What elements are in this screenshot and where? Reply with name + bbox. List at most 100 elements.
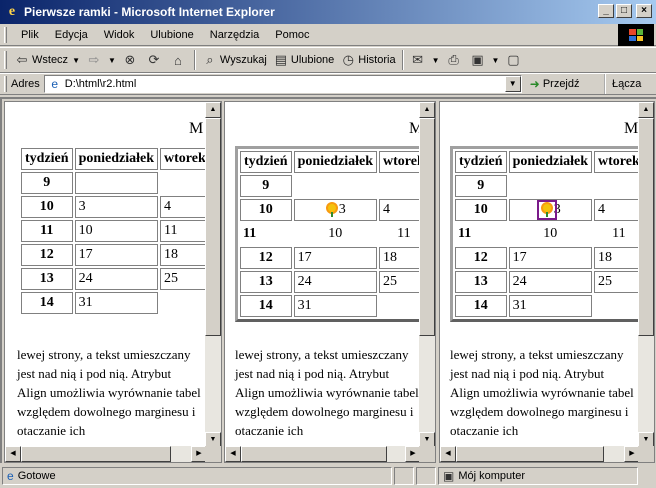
day-cell: 3 <box>293 199 378 221</box>
day-cell: 18 <box>594 247 644 269</box>
week-cell: 14 <box>240 295 292 317</box>
minimize-button[interactable]: _ <box>598 4 614 18</box>
address-field[interactable]: e ▼ <box>43 75 522 93</box>
table-row: 9 <box>240 175 429 197</box>
day-cell: 4 <box>160 196 210 218</box>
day-cell <box>594 295 644 317</box>
address-label: Adres <box>11 78 40 90</box>
dropdown-arrow-icon[interactable]: ▼ <box>492 56 500 65</box>
horizontal-scrollbar[interactable]: ◀ ▶ <box>440 446 640 462</box>
table-row: 11 10 11 <box>240 223 429 245</box>
dropdown-arrow-icon[interactable]: ▼ <box>432 56 440 65</box>
address-input[interactable] <box>64 78 485 90</box>
scroll-up-icon[interactable]: ▲ <box>638 102 654 118</box>
menu-tools[interactable]: Narzędzia <box>202 29 268 41</box>
scroll-thumb[interactable] <box>456 446 604 462</box>
table-row: 12 17 18 <box>455 247 644 269</box>
dropdown-arrow-icon[interactable]: ▼ <box>72 56 80 65</box>
home-button[interactable]: ⌂ <box>167 49 191 71</box>
day-cell: 25 <box>160 268 210 290</box>
scroll-thumb[interactable] <box>241 446 387 462</box>
table-row: 13 24 25 <box>21 268 210 290</box>
address-dropdown-icon[interactable]: ▼ <box>504 76 521 92</box>
vertical-scrollbar[interactable]: ▲ ▼ <box>205 102 221 462</box>
menu-favorites[interactable]: Ulubione <box>142 29 201 41</box>
scroll-up-icon[interactable]: ▲ <box>419 102 435 118</box>
edit-button[interactable]: ▣ ▼ <box>467 49 503 71</box>
search-button[interactable]: ⌕ Wyszukaj <box>199 49 270 71</box>
close-button[interactable]: × <box>636 4 652 18</box>
scroll-corner <box>638 446 654 462</box>
day-cell: 31 <box>508 295 593 317</box>
menu-file[interactable]: Plik <box>13 29 47 41</box>
body-paragraph: lewej strony, a tekst umieszczany jest n… <box>17 347 201 438</box>
maximize-button[interactable]: □ <box>616 4 632 18</box>
day-value: 3 <box>338 202 346 217</box>
scroll-thumb[interactable] <box>638 118 654 336</box>
table-row: 14 31 <box>240 295 429 317</box>
frame-right: M tydzień poniedziałek wtorek 9 10 3 4 1… <box>439 101 655 463</box>
stop-button[interactable]: ⊗ <box>119 49 143 71</box>
scroll-left-icon[interactable]: ◀ <box>440 446 456 462</box>
toolbar-grip[interactable] <box>4 51 7 69</box>
scroll-thumb[interactable] <box>419 118 435 336</box>
menu-edit[interactable]: Edycja <box>47 29 96 41</box>
scroll-thumb[interactable] <box>205 118 221 336</box>
stop-icon: ⊗ <box>124 52 136 67</box>
week-cell: 9 <box>455 175 507 197</box>
dropdown-arrow-icon[interactable]: ▼ <box>108 56 116 65</box>
day-cell <box>509 175 592 197</box>
vertical-scrollbar[interactable]: ▲ ▼ <box>638 102 654 462</box>
toolbar-separator <box>401 50 404 70</box>
printer-icon: ⎙ <box>448 52 459 67</box>
flower-icon[interactable] <box>536 199 557 220</box>
scroll-up-icon[interactable]: ▲ <box>205 102 221 118</box>
discuss-button[interactable]: ▢ <box>502 49 526 71</box>
go-label: Przejdź <box>542 78 580 90</box>
discuss-icon: ▢ <box>507 52 520 67</box>
back-button[interactable]: ⇦ Wstecz ▼ <box>11 49 83 71</box>
menu-view[interactable]: Widok <box>96 29 143 41</box>
links-button[interactable]: Łącza <box>604 74 656 94</box>
status-text-panel: e Gotowe <box>2 467 392 485</box>
vertical-scrollbar[interactable]: ▲ ▼ <box>419 102 435 462</box>
forward-button[interactable]: ⇨ ▼ <box>83 49 119 71</box>
menu-help[interactable]: Pomoc <box>267 29 317 41</box>
toolbar-grip[interactable] <box>4 76 7 92</box>
horizontal-scrollbar[interactable]: ◀ ▶ <box>225 446 421 462</box>
day-cell: 17 <box>508 247 593 269</box>
print-button[interactable]: ⎙ <box>443 49 467 71</box>
history-button[interactable]: ◷ Historia <box>337 49 398 71</box>
week-cell: 12 <box>455 247 507 269</box>
links-label: Łącza <box>612 78 642 90</box>
go-button[interactable]: ➜ Przejdź <box>530 77 580 91</box>
toolbar-grip[interactable] <box>4 26 7 43</box>
day-cell: 10 <box>543 226 558 241</box>
search-label: Wyszukaj <box>219 54 267 66</box>
heading-text: M <box>624 120 639 137</box>
go-arrow-icon: ➜ <box>529 77 540 91</box>
day-cell: 24 <box>508 271 593 293</box>
security-zone-panel: ▣ Mój komputer <box>438 467 638 485</box>
page-status-icon: e <box>7 469 14 483</box>
header-week: tydzień <box>455 151 507 173</box>
table-row: 9 <box>455 175 644 197</box>
scroll-thumb[interactable] <box>21 446 171 462</box>
status-panel <box>394 467 414 485</box>
week-cell: 13 <box>240 271 292 293</box>
horizontal-scrollbar[interactable]: ◀ ▶ <box>5 446 207 462</box>
scroll-left-icon[interactable]: ◀ <box>5 446 21 462</box>
calendar-table: tydzień poniedziałek wtorek 9 10 3 4 11 … <box>235 146 434 322</box>
refresh-button[interactable]: ⟳ <box>143 49 167 71</box>
header-week: tydzień <box>21 148 73 170</box>
favorites-button[interactable]: ▤ Ulubione <box>270 49 337 71</box>
mail-button[interactable]: ✉ ▼ <box>407 49 443 71</box>
scroll-left-icon[interactable]: ◀ <box>225 446 241 462</box>
header-tuesday: wtorek <box>160 148 210 170</box>
header-monday: poniedziałek <box>74 148 159 170</box>
day-cell <box>74 172 159 194</box>
favorites-label: Ulubione <box>290 54 335 66</box>
address-bar: Adres e ▼ ➜ Przejdź Łącza <box>0 73 656 95</box>
scroll-corner <box>419 446 435 462</box>
scroll-corner <box>205 446 221 462</box>
